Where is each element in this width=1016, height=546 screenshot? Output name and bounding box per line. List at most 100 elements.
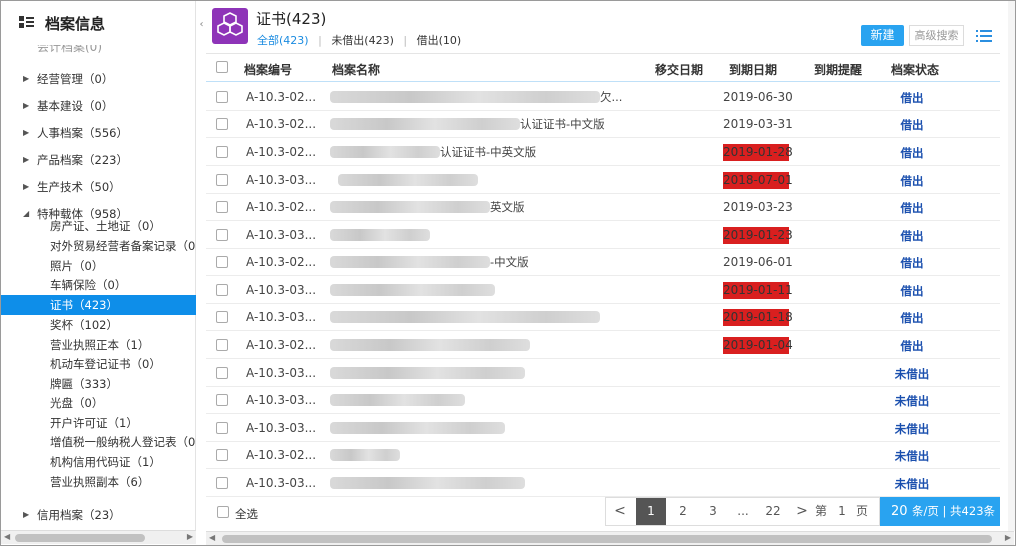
- expand-caret-icon[interactable]: ▶: [23, 150, 29, 170]
- prev-page-button[interactable]: <: [606, 498, 634, 525]
- main-vertical-scrollbar[interactable]: [1008, 1, 1015, 531]
- sidebar-subitem[interactable]: 机动车登记证书（0）: [1, 354, 196, 374]
- row-checkbox[interactable]: [216, 449, 228, 461]
- archive-status[interactable]: 借出: [889, 338, 935, 354]
- table-row[interactable]: A-10.3-02... 英文版 2019-03-23 借出: [206, 194, 1000, 221]
- table-row[interactable]: A-10.3-03... 2018-07-01 借出: [206, 167, 1000, 194]
- new-button[interactable]: 新建: [861, 25, 904, 46]
- row-checkbox[interactable]: [216, 284, 228, 296]
- archive-status[interactable]: 借出: [889, 145, 935, 161]
- sidebar-item[interactable]: ▶ 基本建设（0）: [1, 96, 196, 116]
- select-all-header-checkbox[interactable]: [216, 61, 228, 73]
- row-checkbox[interactable]: [216, 91, 228, 103]
- column-header-status[interactable]: 档案状态: [891, 61, 939, 78]
- sidebar-subitem[interactable]: 照片（0）: [1, 256, 196, 276]
- sidebar-subitem[interactable]: 对外贸易经营者备案记录（0）: [1, 236, 196, 256]
- advanced-search-button[interactable]: 高级搜索: [909, 25, 964, 46]
- table-row[interactable]: A-10.3-02... 认证证书-中文版 2019-03-31 借出: [206, 111, 1000, 138]
- scroll-left-icon[interactable]: ◀: [209, 533, 215, 542]
- table-row[interactable]: A-10.3-03... 未借出: [206, 360, 1000, 387]
- sidebar-item[interactable]: ▶ 生产技术（50）: [1, 177, 196, 197]
- next-page-button[interactable]: >: [792, 498, 812, 525]
- row-checkbox[interactable]: [216, 118, 228, 130]
- row-checkbox[interactable]: [216, 229, 228, 241]
- column-header-code[interactable]: 档案编号: [244, 61, 292, 78]
- grid-menu-icon[interactable]: [19, 16, 35, 30]
- expand-caret-icon[interactable]: ▶: [23, 123, 29, 143]
- sidebar-horizontal-scrollbar[interactable]: ◀ ▶: [1, 530, 196, 544]
- scrollbar-thumb[interactable]: [222, 535, 992, 543]
- archive-status[interactable]: 借出: [889, 117, 935, 133]
- scroll-right-icon[interactable]: ▶: [1005, 533, 1011, 542]
- sidebar-subitem[interactable]: 证书（423）: [1, 295, 196, 315]
- table-row[interactable]: A-10.3-02... 认证证书-中英文版 2019-01-28 借出: [206, 139, 1000, 166]
- archive-status[interactable]: 借出: [889, 200, 935, 216]
- row-checkbox[interactable]: [216, 367, 228, 379]
- sidebar-subitem[interactable]: 增值税一般纳税人登记表（0）(: [1, 432, 196, 452]
- table-row[interactable]: A-10.3-03... 2019-01-18 借出: [206, 304, 1000, 331]
- table-row[interactable]: A-10.3-02... 2019-01-04 借出: [206, 332, 1000, 359]
- expand-caret-icon[interactable]: ▶: [23, 177, 29, 197]
- sidebar-subitem[interactable]: 开户许可证（1）: [1, 413, 196, 433]
- table-row[interactable]: A-10.3-03... 2019-01-11 借出: [206, 277, 1000, 304]
- page-button[interactable]: 22: [758, 498, 788, 525]
- expand-caret-icon[interactable]: ▶: [23, 505, 29, 525]
- sidebar-subitem[interactable]: 营业执照副本（6）: [1, 472, 196, 492]
- row-checkbox[interactable]: [216, 146, 228, 158]
- column-header-name[interactable]: 档案名称: [332, 61, 380, 78]
- page-size-selector[interactable]: 20 条/页 | 共423条: [880, 497, 1000, 526]
- row-checkbox[interactable]: [216, 174, 228, 186]
- table-row[interactable]: A-10.3-02... -中文版 2019-06-01 借出: [206, 249, 1000, 276]
- sidebar-subitem[interactable]: 机构信用代码证（1）: [1, 452, 196, 472]
- row-checkbox[interactable]: [216, 201, 228, 213]
- archive-status[interactable]: 未借出: [889, 476, 935, 492]
- column-header-due-date[interactable]: 到期日期: [729, 61, 777, 78]
- expand-caret-icon[interactable]: ▶: [23, 96, 29, 116]
- sidebar-item[interactable]: ▶ 产品档案（223）: [1, 150, 196, 170]
- row-checkbox[interactable]: [216, 256, 228, 268]
- archive-status[interactable]: 未借出: [889, 448, 935, 464]
- filter-tab-lent[interactable]: 借出(10): [417, 34, 462, 47]
- select-all-checkbox[interactable]: [217, 506, 229, 518]
- goto-page-input[interactable]: 1: [834, 498, 850, 525]
- expand-caret-icon[interactable]: ▶: [23, 69, 29, 89]
- scrollbar-thumb[interactable]: [15, 534, 145, 542]
- page-button[interactable]: 2: [668, 498, 698, 525]
- column-header-due-reminder[interactable]: 到期提醒: [814, 61, 862, 78]
- archive-status[interactable]: 借出: [889, 90, 935, 106]
- table-row[interactable]: A-10.3-03... 2019-01-23 借出: [206, 222, 1000, 249]
- row-checkbox[interactable]: [216, 477, 228, 489]
- sidebar-item[interactable]: ▶ 经营管理（0）: [1, 69, 196, 89]
- table-row[interactable]: A-10.3-03... 未借出: [206, 387, 1000, 414]
- filter-tab-not-lent[interactable]: 未借出(423): [331, 34, 394, 47]
- scroll-left-icon[interactable]: ◀: [4, 532, 10, 541]
- row-checkbox[interactable]: [216, 422, 228, 434]
- sidebar-item[interactable]: ▶ 人事档案（556）: [1, 123, 196, 143]
- sidebar-subitem[interactable]: 奖杯（102）: [1, 315, 196, 335]
- sidebar-subitem[interactable]: 光盘（0）: [1, 393, 196, 413]
- row-checkbox[interactable]: [216, 394, 228, 406]
- table-row[interactable]: A-10.3-03... 未借出: [206, 415, 1000, 442]
- scroll-right-icon[interactable]: ▶: [187, 532, 193, 541]
- sidebar-item-partial[interactable]: 会计档案(0): [37, 45, 117, 55]
- filter-tab-all[interactable]: 全部(423): [257, 34, 309, 47]
- sidebar-subitem[interactable]: 牌匾（333）: [1, 374, 196, 394]
- main-horizontal-scrollbar[interactable]: ◀ ▶: [206, 531, 1014, 545]
- table-row[interactable]: A-10.3-02... 欠... 2019-06-30 借出: [206, 84, 1000, 111]
- page-button[interactable]: 1: [636, 498, 666, 525]
- archive-status[interactable]: 借出: [889, 283, 935, 299]
- archive-status[interactable]: 未借出: [889, 421, 935, 437]
- list-view-icon[interactable]: [976, 29, 992, 43]
- table-row[interactable]: A-10.3-03... 未借出: [206, 470, 1000, 497]
- archive-status[interactable]: 未借出: [889, 366, 935, 382]
- sidebar-item[interactable]: ▶ 信用档案（23）: [1, 505, 196, 525]
- sidebar-subitem[interactable]: 营业执照正本（1）: [1, 335, 196, 355]
- collapse-sidebar-icon[interactable]: ‹: [197, 16, 206, 34]
- page-button[interactable]: 3: [698, 498, 728, 525]
- sidebar-subitem[interactable]: 车辆保险（0）: [1, 275, 196, 295]
- sidebar-subitem[interactable]: 房产证、土地证（0）: [1, 216, 196, 236]
- table-row[interactable]: A-10.3-02... 未借出: [206, 442, 1000, 469]
- archive-status[interactable]: 未借出: [889, 393, 935, 409]
- archive-status[interactable]: 借出: [889, 173, 935, 189]
- row-checkbox[interactable]: [216, 311, 228, 323]
